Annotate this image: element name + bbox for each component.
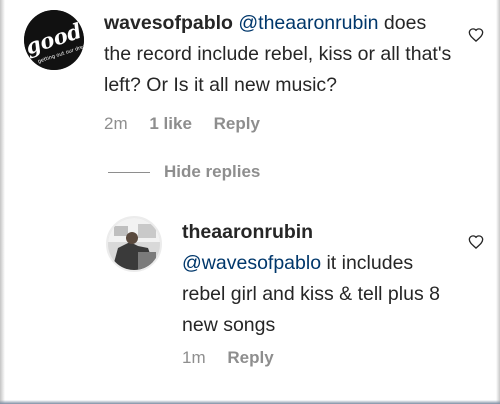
comment-likes-count[interactable]: 1 like (149, 114, 192, 133)
comment-avatar[interactable]: good getting out our dreams (24, 10, 84, 70)
reply-meta: 1m Reply (182, 348, 291, 368)
heart-outline-icon[interactable] (468, 234, 484, 250)
reply-text: theaaronrubin @wavesofpablo it includes … (182, 217, 452, 341)
heart-outline-icon[interactable] (468, 27, 484, 43)
reply-username[interactable]: theaaronrubin (182, 221, 313, 243)
comment-meta: 2m 1 like Reply (104, 114, 277, 134)
bottom-shadow-edge (0, 400, 500, 404)
hide-replies-button[interactable]: Hide replies (108, 162, 260, 182)
profile-photo-avatar-icon (108, 218, 160, 270)
reply-mention[interactable]: @wavesofpablo (182, 252, 321, 274)
comment-username[interactable]: wavesofpablo (104, 12, 233, 34)
reply-avatar[interactable] (106, 216, 162, 272)
left-shadow-edge (0, 0, 5, 404)
hide-replies-label: Hide replies (164, 162, 261, 181)
reply-timestamp: 1m (182, 348, 206, 367)
right-shadow-edge (496, 0, 500, 404)
comment-text: wavesofpablo @theaaronrubin does the rec… (104, 8, 454, 101)
comment-reply-button[interactable]: Reply (214, 114, 260, 133)
comment-mention[interactable]: @theaaronrubin (238, 12, 378, 34)
good-logo-avatar-icon: good getting out our dreams (24, 10, 84, 70)
reply-reply-button[interactable]: Reply (227, 348, 273, 367)
comment-timestamp: 2m (104, 114, 128, 133)
hide-replies-divider (108, 171, 150, 173)
